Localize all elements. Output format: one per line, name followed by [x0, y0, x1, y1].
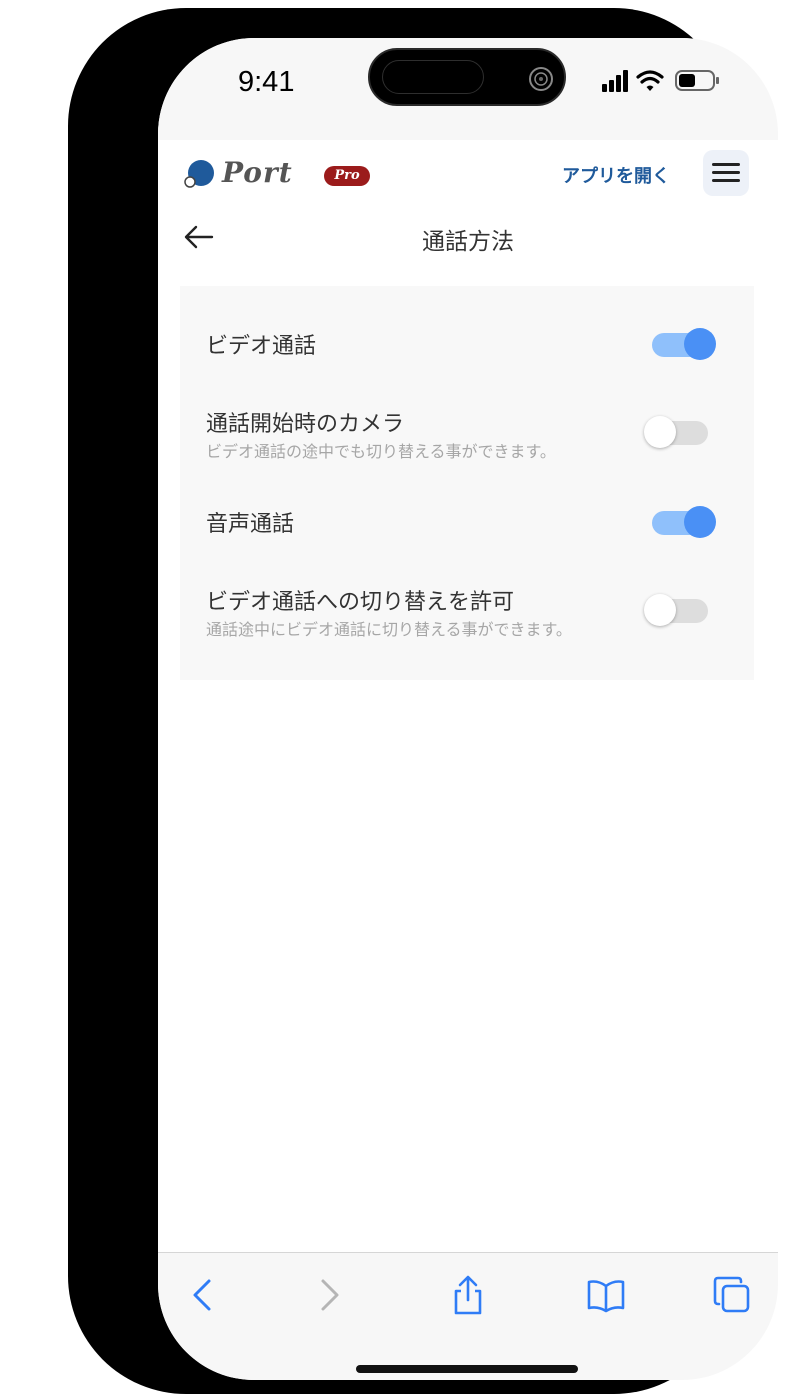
start-camera-toggle[interactable]: [644, 414, 710, 450]
menu-button[interactable]: [703, 150, 749, 196]
tabs-icon[interactable]: [712, 1275, 752, 1315]
camera-icon: [529, 67, 553, 91]
page-title: 通話方法: [422, 229, 514, 255]
page-header: 通話方法: [158, 210, 778, 270]
wifi-icon: [636, 70, 664, 91]
setting-row-start-camera: 通話開始時のカメラ ビデオ通話の途中でも切り替える事ができます。: [180, 396, 754, 486]
hamburger-menu-icon: [712, 163, 740, 166]
share-icon[interactable]: [448, 1275, 488, 1315]
setting-row-allow-switch: ビデオ通話への切り替えを許可 通話途中にビデオ通話に切り替える事ができます。: [180, 576, 754, 676]
pro-badge: Pro: [324, 166, 370, 186]
setting-row-video-call: ビデオ通話: [180, 286, 754, 396]
status-indicators: [602, 70, 719, 92]
browser-toolbar: [158, 1252, 778, 1380]
voice-call-toggle[interactable]: [650, 504, 716, 540]
open-app-link[interactable]: アプリを開く: [562, 162, 670, 188]
dynamic-island: [368, 48, 566, 106]
setting-description: ビデオ通話の途中でも切り替える事ができます。: [206, 442, 556, 461]
bookmarks-icon[interactable]: [586, 1275, 626, 1315]
back-chevron-icon[interactable]: [184, 1275, 224, 1315]
setting-label: 通話開始時のカメラ: [206, 412, 405, 437]
logo-mark-icon: [184, 160, 214, 188]
battery-icon: [675, 70, 719, 91]
phone-frame: 9:41 Port Pro アプリを開く 通話方法 ビデオ通話 通話開始時のカメ…: [68, 8, 778, 1394]
home-indicator[interactable]: [356, 1365, 578, 1373]
island-sensor: [382, 60, 484, 94]
port-logo[interactable]: Port Pro: [184, 154, 370, 194]
status-bar: 9:41: [158, 38, 778, 140]
setting-label: ビデオ通話への切り替えを許可: [206, 590, 515, 615]
forward-chevron-icon[interactable]: [308, 1275, 348, 1315]
arrow-left-icon[interactable]: [182, 222, 216, 252]
setting-description: 通話途中にビデオ通話に切り替える事ができます。: [206, 620, 572, 639]
phone-screen: 9:41 Port Pro アプリを開く 通話方法 ビデオ通話 通話開始時のカメ…: [158, 38, 778, 1380]
setting-row-voice-call: 音声通話: [180, 486, 754, 576]
settings-card: ビデオ通話 通話開始時のカメラ ビデオ通話の途中でも切り替える事ができます。 音…: [180, 286, 754, 680]
logo-text: Port: [222, 156, 293, 189]
setting-label: 音声通話: [206, 512, 295, 537]
video-call-toggle[interactable]: [650, 326, 716, 362]
allow-switch-toggle[interactable]: [644, 592, 710, 628]
cellular-signal-icon: [602, 70, 628, 92]
setting-label: ビデオ通話: [206, 334, 317, 359]
status-time: 9:41: [238, 66, 295, 98]
